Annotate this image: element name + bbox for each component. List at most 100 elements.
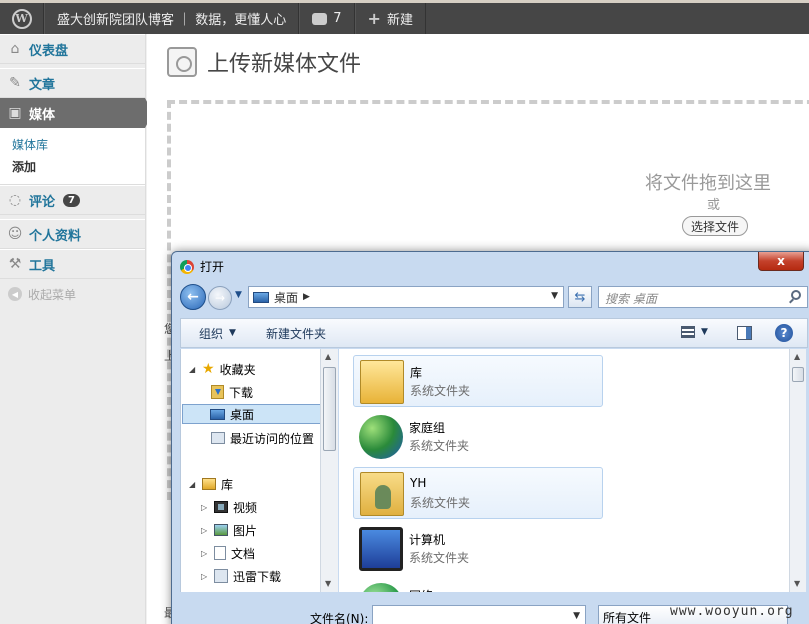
help-button[interactable]: ? bbox=[775, 324, 793, 342]
tree-item-thunder-downloads[interactable]: ▷ 迅雷下载 bbox=[201, 566, 281, 586]
filename-label: 文件名(N): bbox=[310, 612, 369, 624]
tree-collapsed-icon[interactable]: ▷ bbox=[201, 572, 209, 581]
search-input[interactable]: 搜索 桌面 bbox=[598, 286, 808, 308]
view-list-icon bbox=[681, 326, 695, 338]
tree-expanded-icon[interactable]: ◢ bbox=[189, 480, 197, 489]
change-view-button[interactable]: ▼ bbox=[681, 326, 708, 338]
dialog-toolbar: 组织 ▼ 新建文件夹 ▼ ? bbox=[180, 318, 808, 348]
media-submenu: 媒体库 添加 bbox=[0, 128, 145, 185]
admin-bar: W 盛大创新院团队博客 ｜ 数据，更懂人心 7 + 新建 bbox=[0, 0, 809, 34]
list-item[interactable]: 网络 bbox=[353, 579, 603, 592]
media-upload-icon bbox=[167, 47, 197, 77]
list-item[interactable]: 库 系统文件夹 bbox=[353, 355, 603, 407]
chevron-down-icon[interactable]: ▼ bbox=[573, 611, 580, 621]
home-icon: ⌂ bbox=[10, 41, 20, 57]
computer-icon bbox=[359, 527, 403, 571]
chevron-down-icon: ▼ bbox=[229, 328, 236, 338]
address-bar[interactable]: 桌面 ▶ ▼ bbox=[248, 286, 564, 308]
new-content-button[interactable]: + 新建 bbox=[354, 3, 426, 34]
comments-badge: 7 bbox=[63, 193, 80, 207]
plus-icon: + bbox=[367, 9, 381, 28]
sidebar-item-dashboard[interactable]: ⌂ 仪表盘 bbox=[0, 34, 145, 64]
organize-button[interactable]: 组织 ▼ bbox=[199, 325, 236, 342]
open-file-dialog: 打开 x ← → ▼ 桌面 ▶ ▼ ⇆ 搜索 桌面 组织 ▼ 新建文件夹 ▼ ? bbox=[171, 251, 809, 624]
page-title: 上传新媒体文件 bbox=[207, 52, 362, 77]
comment-icon: ◌ bbox=[8, 192, 22, 208]
scrollbar-thumb[interactable] bbox=[323, 367, 336, 451]
tree-item-favorites[interactable]: ◢ ★ 收藏夹 bbox=[189, 359, 256, 379]
chrome-icon bbox=[180, 259, 194, 274]
sidebar-item-tools[interactable]: ⚒ 工具 bbox=[0, 249, 145, 279]
star-icon: ★ bbox=[202, 361, 215, 377]
new-folder-button[interactable]: 新建文件夹 bbox=[266, 325, 326, 342]
list-item[interactable]: 家庭组 系统文件夹 bbox=[353, 411, 603, 463]
preview-pane-button[interactable] bbox=[737, 326, 752, 340]
tree-collapsed-icon[interactable]: ▷ bbox=[201, 503, 209, 512]
dialog-title-bar: 打开 bbox=[180, 258, 224, 275]
refresh-button[interactable]: ⇆ bbox=[568, 286, 592, 308]
tools-icon: ⚒ bbox=[8, 256, 22, 272]
sidebar-item-comments[interactable]: ◌ 评论 7 bbox=[0, 185, 145, 215]
desktop-icon bbox=[253, 291, 269, 303]
tree-item-libraries[interactable]: ◢ 库 bbox=[189, 474, 233, 494]
video-icon bbox=[214, 501, 228, 513]
site-name-link[interactable]: 盛大创新院团队博客 ｜ 数据，更懂人心 bbox=[44, 3, 300, 34]
tree-collapsed-icon[interactable]: ▷ bbox=[201, 526, 209, 535]
submenu-media-library[interactable]: 媒体库 bbox=[12, 134, 145, 156]
wordpress-logo-icon[interactable]: W bbox=[0, 3, 44, 34]
tree-item-pictures[interactable]: ▷ 图片 bbox=[201, 520, 257, 540]
tree-expanded-icon[interactable]: ◢ bbox=[189, 365, 197, 374]
navigation-pane: ◢ ★ 收藏夹 下载 桌面 最近访问的位置 ◢ 库 ▷ 视频 ▷ 图片 ▷ 文档… bbox=[180, 349, 338, 592]
file-list: 库 系统文件夹 家庭组 系统文件夹 YH 系统文件夹 计算机 系统文件夹 网络 bbox=[339, 349, 789, 592]
tree-item-desktop[interactable]: 桌面 bbox=[182, 404, 321, 424]
scrollbar-thumb[interactable] bbox=[792, 367, 804, 382]
forward-button[interactable]: → bbox=[208, 286, 232, 310]
chevron-right-icon[interactable]: ▶ bbox=[303, 292, 310, 302]
downloads-icon bbox=[211, 385, 224, 399]
tree-item-documents[interactable]: ▷ 文档 bbox=[201, 543, 255, 563]
close-button[interactable]: x bbox=[758, 252, 804, 271]
submenu-add-new[interactable]: 添加 bbox=[12, 156, 145, 178]
tree-item-recent-places[interactable]: 最近访问的位置 bbox=[211, 428, 314, 448]
tree-collapsed-icon[interactable]: ▷ bbox=[201, 549, 209, 558]
comment-bubble-icon bbox=[312, 12, 328, 25]
document-icon bbox=[214, 546, 226, 560]
list-item[interactable]: YH 系统文件夹 bbox=[353, 467, 603, 519]
scroll-up-icon[interactable]: ▲ bbox=[325, 352, 331, 361]
watermark: www.wooyun.org bbox=[670, 604, 794, 619]
list-item[interactable]: 计算机 系统文件夹 bbox=[353, 523, 603, 575]
collapse-arrow-icon: ◀ bbox=[8, 287, 22, 301]
select-files-button[interactable]: 选择文件 bbox=[682, 216, 748, 236]
file-list-scrollbar[interactable]: ▲ ▼ bbox=[789, 349, 806, 592]
address-path: 桌面 bbox=[274, 290, 299, 305]
collapse-menu-button[interactable]: ◀ 收起菜单 bbox=[0, 279, 145, 309]
chevron-down-icon: ▼ bbox=[701, 327, 708, 337]
tree-item-videos[interactable]: ▷ 视频 bbox=[201, 497, 257, 517]
filename-input[interactable]: ▼ bbox=[372, 605, 586, 624]
desktop-icon bbox=[210, 408, 225, 420]
chevron-down-icon[interactable]: ▼ bbox=[551, 291, 558, 301]
scroll-up-icon[interactable]: ▲ bbox=[794, 352, 800, 361]
sidebar-item-media[interactable]: ▣ 媒体 bbox=[0, 98, 153, 128]
navigation-pane-scrollbar[interactable]: ▲ ▼ bbox=[320, 349, 338, 592]
network-icon bbox=[359, 583, 403, 592]
navigation-row: ← → ▼ 桌面 ▶ ▼ ⇆ 搜索 桌面 bbox=[180, 284, 808, 310]
comments-link[interactable]: 7 bbox=[299, 3, 355, 34]
comments-count: 7 bbox=[333, 11, 342, 26]
library-icon bbox=[360, 360, 404, 404]
tree-item-downloads[interactable]: 下载 bbox=[211, 382, 253, 402]
homegroup-icon bbox=[359, 415, 403, 459]
recent-pages-dropdown-icon[interactable]: ▼ bbox=[235, 290, 242, 300]
pin-icon: ✎ bbox=[9, 75, 21, 91]
search-icon bbox=[791, 290, 801, 300]
page-header: 上传新媒体文件 bbox=[167, 46, 361, 78]
folder-icon bbox=[214, 569, 228, 583]
users-icon: ☺ bbox=[7, 226, 23, 242]
sidebar-item-posts[interactable]: ✎ 文章 bbox=[0, 68, 145, 98]
scroll-down-icon[interactable]: ▼ bbox=[794, 579, 800, 588]
back-button[interactable]: ← bbox=[180, 284, 206, 310]
or-text: 或 bbox=[707, 198, 721, 213]
drop-instructions: 将文件拖到这里 bbox=[645, 173, 771, 194]
scroll-down-icon[interactable]: ▼ bbox=[325, 579, 331, 588]
sidebar-item-profile[interactable]: ☺ 个人资料 bbox=[0, 219, 145, 249]
